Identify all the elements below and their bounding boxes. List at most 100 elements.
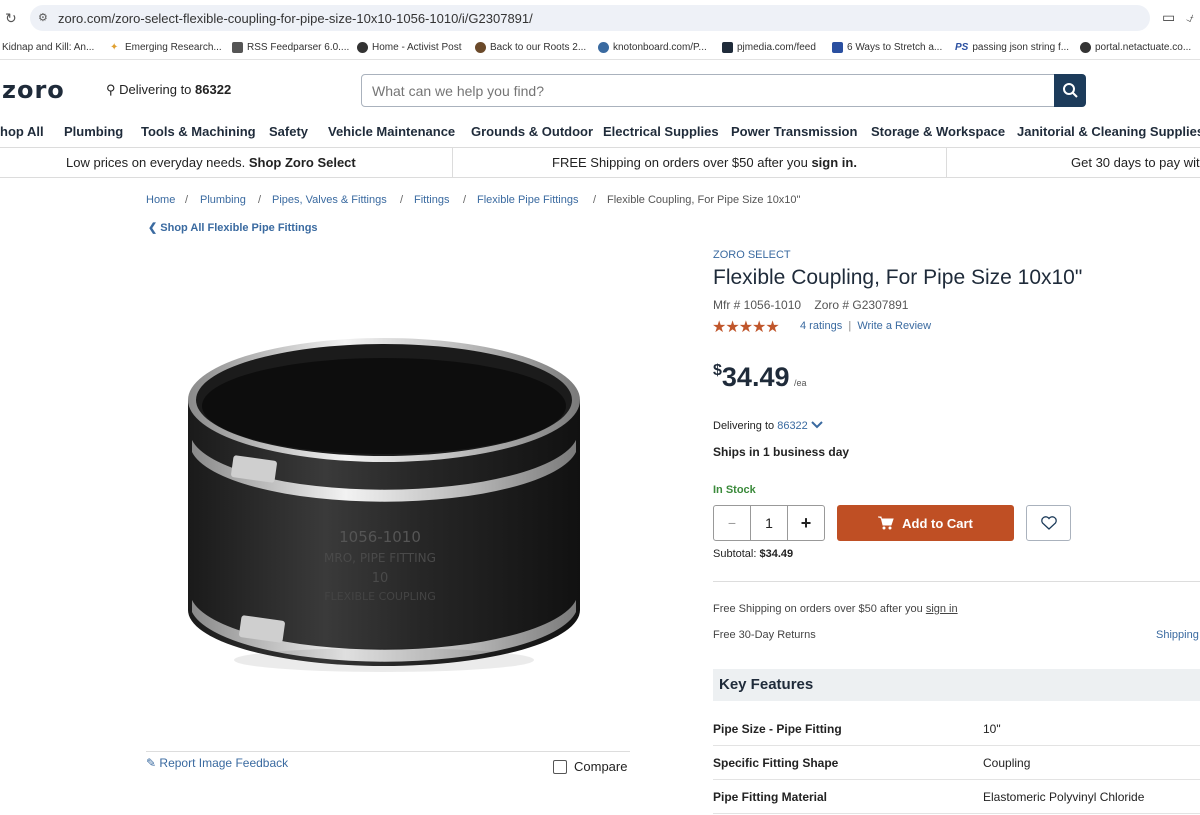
rating-stars-icon[interactable]: ★★★★★ [712,317,780,337]
stamp-type: MRO, PIPE FITTING [324,551,436,565]
decrease-quantity-button[interactable]: − [714,506,751,540]
promo-sign-in-link[interactable]: sign in. [811,155,857,170]
cart-icon [878,516,894,530]
table-row: Pipe Fitting Material Elastomeric Polyvi… [713,780,1200,814]
promo-free-shipping: FREE Shipping on orders over $50 after y… [552,155,857,170]
quantity-value[interactable]: 1 [751,506,787,540]
powershell-icon: PS [955,42,969,53]
address-text[interactable]: zoro.com/zoro-select-flexible-coupling-f… [58,11,533,26]
bookmark-label: 6 Ways to Stretch a... [847,42,943,53]
chevron-left-icon: ❮ [148,222,158,234]
search-input[interactable] [362,75,1054,106]
shop-all-back-link[interactable]: ❮ Shop All Flexible Pipe Fittings [148,221,318,234]
bell-icon[interactable]: ⍻ [1186,9,1194,26]
breadcrumb-pipes[interactable]: Pipes, Valves & Fittings [272,194,387,206]
compare-checkbox[interactable]: Compare [553,759,627,774]
zoro-number: Zoro # G2307891 [814,298,909,312]
breadcrumb-flexible-pipe-fittings[interactable]: Flexible Pipe Fittings [477,194,579,206]
ratings-count-link[interactable]: 4 ratings [800,320,842,332]
breadcrumb-separator: / [258,194,262,206]
shipping-link[interactable]: Shipping [1156,629,1199,641]
write-review-link[interactable]: Write a Review [857,320,931,332]
bookmark-label: RSS Feedparser 6.0.... [247,42,350,53]
bookmark-item[interactable]: Back to our Roots 2... [475,42,586,53]
nav-shop-all[interactable]: hop All [0,124,44,139]
delivery-zip-selector[interactable]: Delivering to 86322 [713,420,823,432]
promo-zoro-select: Low prices on everyday needs. Shop Zoro … [66,155,356,170]
bookmark-label: Home - Activist Post [372,42,462,53]
nav-grounds-outdoor[interactable]: Grounds & Outdoor [471,124,593,139]
nav-electrical-supplies[interactable]: Electrical Supplies [603,124,719,139]
stamp-desc: FLEXIBLE COUPLING [324,590,435,603]
free-shipping-text: Free Shipping on orders over $50 after y… [713,603,923,615]
bookmark-item[interactable]: PS passing json string f... [955,42,1069,53]
reload-icon[interactable]: ↻ [5,10,17,27]
nav-tools-machining[interactable]: Tools & Machining [141,124,256,139]
product-identifiers: Mfr # 1056-1010 Zoro # G2307891 [713,298,908,312]
bookmark-item[interactable]: 6 Ways to Stretch a... [832,42,942,53]
site-info-icon[interactable]: ⚙ [38,11,48,24]
nav-safety[interactable]: Safety [269,124,308,139]
feature-value: 10" [983,722,1001,736]
nav-vehicle-maintenance[interactable]: Vehicle Maintenance [328,124,455,139]
shop-zoro-select-link[interactable]: Shop Zoro Select [249,155,356,170]
promo-text: FREE Shipping on orders over $50 after y… [552,155,808,170]
returns-note: Free 30-Day Returns [713,629,816,641]
breadcrumb-fittings[interactable]: Fittings [414,194,449,206]
bookmark-item[interactable]: pjmedia.com/feed [722,42,816,53]
brand-link[interactable]: ZORO SELECT [713,249,791,261]
stamp-part-number: 1056-1010 [339,528,421,546]
netactuate-icon [1080,42,1091,53]
bookmark-label: Emerging Research... [125,42,222,53]
add-to-cart-button[interactable]: Add to Cart [837,505,1014,541]
location-pin-icon: ⚲ [106,82,116,97]
price-unit: /ea [793,378,807,388]
key-features-title: Key Features [719,676,814,693]
nav-storage-workspace[interactable]: Storage & Workspace [871,124,1005,139]
ships-in: Ships in 1 business day [713,445,850,459]
bookmark-item[interactable]: knotonboard.com/P... [598,42,707,53]
product-image[interactable]: 1056-1010 MRO, PIPE FITTING 10 FLEXIBLE … [170,300,600,700]
promo-text: Low prices on everyday needs. [66,155,246,170]
breadcrumb-separator: / [185,194,189,206]
table-row: Pipe Size - Pipe Fitting 10" [713,712,1200,746]
increase-quantity-button[interactable]: + [787,506,824,540]
bookmark-item[interactable]: Kidnap and Kill: An... [2,42,94,53]
nav-power-transmission[interactable]: Power Transmission [731,124,857,139]
section-divider [713,581,1200,582]
bookmark-label: passing json string f... [972,42,1070,53]
image-divider [146,751,630,752]
breadcrumb-home[interactable]: Home [146,194,175,206]
nav-plumbing[interactable]: Plumbing [64,124,123,139]
feature-label: Pipe Size - Pipe Fitting [713,722,842,736]
mfr-number: Mfr # 1056-1010 [713,298,802,312]
add-to-list-button[interactable] [1026,505,1071,541]
bookmark-item[interactable]: ✦ Emerging Research... [110,42,222,53]
back-link-label: Shop All Flexible Pipe Fittings [160,222,318,234]
bookmark-label: knotonboard.com/P... [613,42,707,53]
breadcrumb-plumbing[interactable]: Plumbing [200,194,246,206]
bookmark-item[interactable]: portal.netactuate.co... [1080,42,1191,53]
chevron-down-icon [811,421,823,429]
search-button[interactable] [1054,74,1086,107]
bookmark-item[interactable]: RSS Feedparser 6.0.... [232,42,349,53]
sign-in-link[interactable]: sign in [926,603,958,615]
price: $34.49 /ea [713,362,806,393]
coupling-image: 1056-1010 MRO, PIPE FITTING 10 FLEXIBLE … [188,338,580,672]
bookmark-label: portal.netactuate.co... [1095,42,1192,53]
stamp-size: 10 [372,571,389,586]
promo-pay-later[interactable]: Get 30 days to pay wit [1071,155,1200,170]
subtotal-value: $34.49 [759,548,794,560]
bookmark-label: Back to our Roots 2... [490,42,587,53]
feature-value: Elastomeric Polyvinyl Chloride [983,790,1145,804]
nav-janitorial-cleaning[interactable]: Janitorial & Cleaning Supplies [1017,124,1200,139]
free-shipping-note: Free Shipping on orders over $50 after y… [713,603,958,615]
share-icon[interactable]: ▭ [1162,9,1175,26]
delivery-location[interactable]: ⚲ Delivering to 86322 [106,82,231,98]
bookmark-item[interactable]: Home - Activist Post [357,42,461,53]
pjmedia-icon [722,42,733,53]
roots-icon [475,42,486,53]
zoro-logo[interactable]: zoro [2,76,65,104]
search-icon [1063,83,1078,98]
report-image-feedback-link[interactable]: ✎ Report Image Feedback [146,756,288,770]
